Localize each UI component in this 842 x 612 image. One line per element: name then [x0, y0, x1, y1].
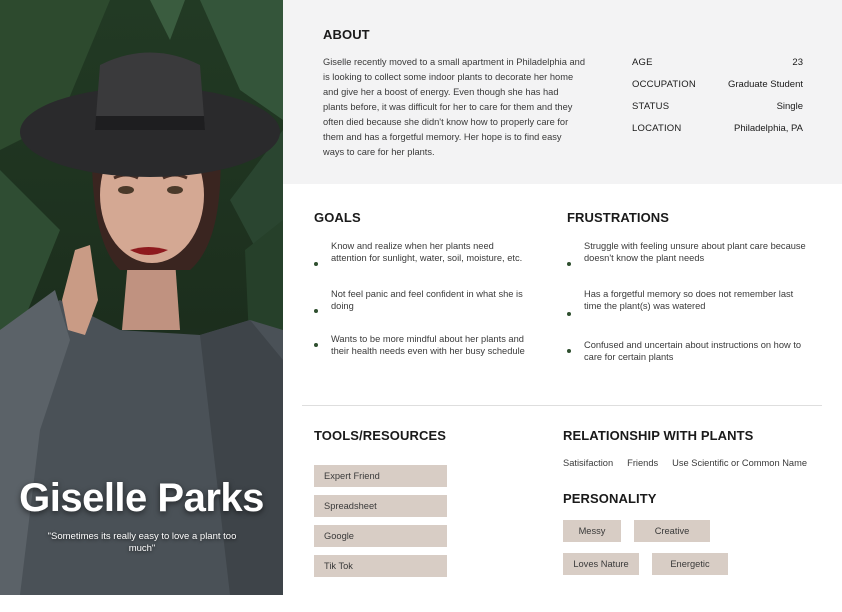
fact-row-location: LOCATION Philadelphia, PA — [632, 123, 803, 145]
goals-list: Know and realize when her plants need at… — [314, 240, 529, 357]
goal-item: Know and realize when her plants need at… — [314, 240, 529, 288]
personality-title: PERSONALITY — [563, 491, 657, 506]
relationship-title: RELATIONSHIP WITH PLANTS — [563, 428, 754, 443]
fact-row-age: AGE 23 — [632, 57, 803, 79]
frustration-item: Confused and uncertain about instruction… — [567, 339, 807, 363]
frustrations-title: FRUSTRATIONS — [567, 210, 670, 225]
goals-title: GOALS — [314, 210, 361, 225]
frustration-item: Has a forgetful memory so does not remem… — [567, 288, 807, 339]
fact-value: Philadelphia, PA — [733, 123, 803, 134]
section-divider — [302, 405, 822, 406]
tools-title: TOOLS/RESOURCES — [314, 428, 447, 443]
frustration-item: Struggle with feeling unsure about plant… — [567, 240, 807, 288]
goal-item: Wants to be more mindful about her plant… — [314, 333, 529, 357]
relationship-label: Friends — [627, 458, 659, 468]
fact-label: STATUS — [632, 101, 670, 112]
fact-value: Single — [776, 101, 803, 112]
relationship-label: Use Scientific or Common Name — [672, 458, 808, 468]
persona-photo: Giselle Parks "Sometimes its really easy… — [0, 0, 283, 595]
goals-section: GOALS Know and realize when her plants n… — [314, 210, 529, 357]
relationship-labels: Satisifaction Friends Use Scientific or … — [563, 458, 833, 468]
tool-chip: Tik Tok — [314, 555, 447, 577]
tool-chip: Spreadsheet — [314, 495, 447, 517]
tool-chip: Expert Friend — [314, 465, 447, 487]
trait-chip: Creative — [634, 520, 710, 542]
frustrations-section: FRUSTRATIONS Struggle with feeling unsur… — [567, 210, 807, 363]
relationship-section: RELATIONSHIP WITH PLANTS Satisifaction F… — [563, 428, 833, 468]
fact-row-status: STATUS Single — [632, 101, 803, 123]
trait-chip: Energetic — [652, 553, 728, 575]
tools-section: TOOLS/RESOURCES Expert Friend Spreadshee… — [314, 428, 454, 577]
personality-section: PERSONALITY Messy Creative Loves Nature … — [563, 491, 833, 575]
fact-value: 23 — [792, 57, 803, 68]
fact-label: LOCATION — [632, 123, 682, 134]
tool-chip: Google — [314, 525, 447, 547]
frustrations-list: Struggle with feeling unsure about plant… — [567, 240, 807, 363]
trait-chip: Messy — [563, 520, 621, 542]
persona-quote: "Sometimes its really easy to love a pla… — [47, 531, 237, 554]
about-title: ABOUT — [323, 27, 370, 42]
relationship-label: Satisifaction — [563, 458, 614, 468]
trait-chip: Loves Nature — [563, 553, 639, 575]
fact-row-occupation: OCCUPATION Graduate Student — [632, 79, 803, 101]
fact-label: AGE — [632, 57, 653, 68]
persona-name: Giselle Parks — [19, 476, 264, 520]
goal-item: Not feel panic and feel confident in wha… — [314, 288, 529, 333]
fact-label: OCCUPATION — [632, 79, 696, 90]
fact-value: Graduate Student — [728, 79, 803, 90]
about-text: Giselle recently moved to a small apartm… — [323, 57, 586, 157]
persona-facts: AGE 23 OCCUPATION Graduate Student STATU… — [632, 57, 803, 145]
about-section: ABOUT Giselle recently moved to a small … — [283, 0, 842, 184]
